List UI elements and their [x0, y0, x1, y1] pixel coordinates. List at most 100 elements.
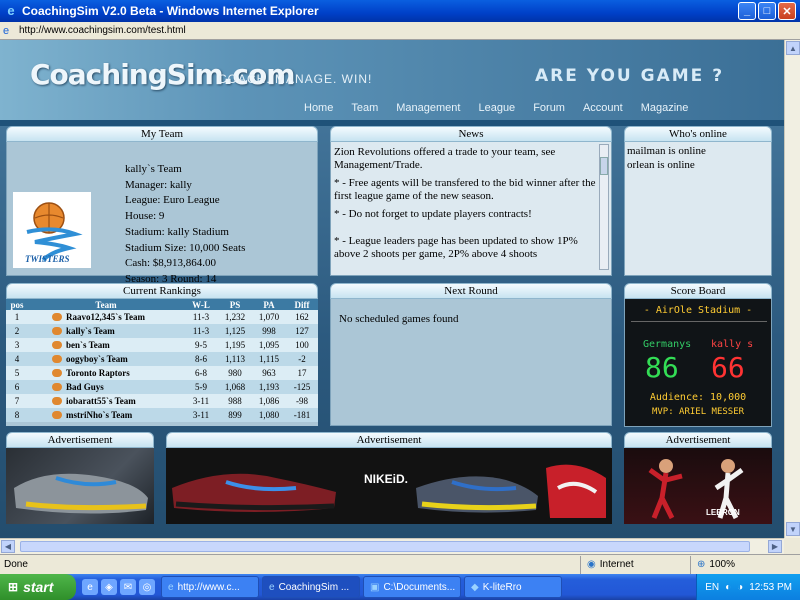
- ad-left-image[interactable]: [6, 448, 154, 524]
- quick-launch: e ◈ ✉ ◎: [76, 579, 161, 595]
- status-text: Done: [4, 559, 28, 570]
- horizontal-scroll-thumb[interactable]: [20, 541, 750, 552]
- team-link[interactable]: Toronto Raptors: [66, 368, 130, 378]
- maximize-button[interactable]: □: [758, 2, 776, 20]
- task-button[interactable]: e CoachingSim ...: [262, 576, 360, 598]
- ad-center-panel: Advertisement NIKEiD.: [166, 432, 612, 524]
- cell-ps: 988: [218, 394, 252, 408]
- zoom-control[interactable]: ⊕ 100%: [690, 555, 760, 574]
- cell-team[interactable]: Bad Guys: [28, 380, 184, 394]
- table-row[interactable]: 1 Raavo12,345`s Team 11-3 1,232 1,070 16…: [6, 310, 318, 324]
- team-link[interactable]: Bad Guys: [66, 382, 104, 392]
- table-row[interactable]: 4 oogyboy`s Team 8-6 1,113 1,115 -2: [6, 352, 318, 366]
- minimize-button[interactable]: _: [738, 2, 756, 20]
- cell-pos: 8: [6, 408, 28, 422]
- ad-right-image[interactable]: LEBRON: [624, 448, 772, 524]
- team-link[interactable]: iobaratt55`s Team: [66, 396, 136, 406]
- cell-pos: 7: [6, 394, 28, 408]
- ad-left-header: Advertisement: [6, 432, 154, 448]
- scroll-down-icon[interactable]: ▼: [786, 522, 800, 536]
- close-button[interactable]: ✕: [778, 2, 796, 20]
- language-indicator[interactable]: EN: [705, 582, 719, 593]
- zoom-level[interactable]: 100%: [709, 559, 735, 570]
- online-user[interactable]: mailman is online: [627, 144, 769, 158]
- status-bar: Done ◉ Internet ⊕ 100%: [0, 554, 800, 574]
- scroll-up-icon[interactable]: ▲: [786, 41, 800, 55]
- quick-launch-icon[interactable]: ◈: [101, 579, 117, 595]
- quick-launch-icon[interactable]: ◎: [139, 579, 155, 595]
- team-logo-text: TWISTERS: [25, 254, 70, 264]
- nav-magazine[interactable]: Magazine: [632, 102, 698, 114]
- news-item: [334, 226, 597, 230]
- table-header-row: pos Team W-L PS PA Diff: [6, 299, 318, 310]
- tray-icon[interactable]: ◐: [725, 582, 731, 593]
- horizontal-scrollbar[interactable]: ◀ ▶: [0, 538, 784, 554]
- team-manager: Manager: kally: [125, 178, 192, 191]
- site-tagline: COACH. MANAGE. WIN!: [218, 72, 373, 86]
- cell-team[interactable]: Raavo12,345`s Team: [28, 310, 184, 324]
- cell-diff: -125: [286, 380, 318, 394]
- cell-diff: -181: [286, 408, 318, 422]
- cell-team[interactable]: ben`s Team: [28, 338, 184, 352]
- cell-team[interactable]: Toronto Raptors: [28, 366, 184, 380]
- cell-diff: -2: [286, 352, 318, 366]
- team-stadium: Stadium: kally Stadium: [125, 225, 229, 238]
- table-row[interactable]: 3 ben`s Team 9-5 1,195 1,095 100: [6, 338, 318, 352]
- quick-launch-icon[interactable]: e: [82, 579, 98, 595]
- team-link[interactable]: kally`s Team: [66, 326, 115, 336]
- table-row[interactable]: 6 Bad Guys 5-9 1,068 1,193 -125: [6, 380, 318, 394]
- team-name[interactable]: kally`s Team: [125, 162, 245, 178]
- table-row[interactable]: 8 mstriNho`s Team 3-11 899 1,080 -181: [6, 408, 318, 422]
- cell-wl: 6-8: [184, 366, 218, 380]
- table-row[interactable]: 5 Toronto Raptors 6-8 980 963 17: [6, 366, 318, 380]
- vertical-scrollbar[interactable]: ▲ ▼: [784, 40, 800, 538]
- nav-home[interactable]: Home: [295, 102, 342, 114]
- team-logo[interactable]: TWISTERS: [13, 192, 91, 268]
- nav-team[interactable]: Team: [342, 102, 387, 114]
- address-bar[interactable]: e http://www.coachingsim.com/test.html: [0, 22, 800, 40]
- table-row[interactable]: 7 iobaratt55`s Team 3-11 988 1,086 -98: [6, 394, 318, 408]
- cell-diff: 100: [286, 338, 318, 352]
- app-icon: ◆: [471, 581, 479, 593]
- task-button[interactable]: ◆ K-liteRro: [464, 576, 562, 598]
- news-scrollbar[interactable]: [599, 144, 609, 270]
- col-pa: PA: [252, 299, 286, 310]
- table-row[interactable]: 2 kally`s Team 11-3 1,125 998 127: [6, 324, 318, 338]
- ad-left-panel: Advertisement: [6, 432, 154, 524]
- system-tray: EN ◐ ◑ 12:53 PM: [696, 574, 800, 600]
- cell-pa: 1,095: [252, 338, 286, 352]
- nav-management[interactable]: Management: [387, 102, 469, 114]
- cell-team[interactable]: kally`s Team: [28, 324, 184, 338]
- cell-team[interactable]: oogyboy`s Team: [28, 352, 184, 366]
- task-button[interactable]: ▣ C:\Documents...: [363, 576, 461, 598]
- ad-center-image[interactable]: NIKEiD.: [166, 448, 612, 524]
- team-link[interactable]: oogyboy`s Team: [66, 354, 128, 364]
- task-button[interactable]: e http://www.c...: [161, 576, 259, 598]
- tray-icon[interactable]: ◑: [737, 582, 743, 593]
- scoreboard-home-score: 86: [645, 351, 679, 384]
- team-link[interactable]: ben`s Team: [66, 340, 110, 350]
- ball-icon: [52, 369, 62, 377]
- scroll-right-icon[interactable]: ▶: [768, 540, 782, 553]
- folder-icon: ▣: [370, 581, 380, 593]
- nav-league[interactable]: League: [469, 102, 524, 114]
- cell-team[interactable]: mstriNho`s Team: [28, 408, 184, 422]
- cell-wl: 9-5: [184, 338, 218, 352]
- news-scroll-thumb[interactable]: [600, 157, 608, 175]
- team-link[interactable]: mstriNho`s Team: [66, 410, 132, 420]
- score-board-header: Score Board: [624, 283, 772, 299]
- quick-launch-icon[interactable]: ✉: [120, 579, 136, 595]
- scoreboard-away-score: 66: [711, 351, 745, 384]
- zone-label: Internet: [599, 559, 634, 570]
- nav-account[interactable]: Account: [574, 102, 632, 114]
- cell-pa: 963: [252, 366, 286, 380]
- team-link[interactable]: Raavo12,345`s Team: [66, 312, 145, 322]
- online-user[interactable]: orlean is online: [627, 158, 769, 172]
- clock[interactable]: 12:53 PM: [749, 582, 792, 593]
- address-url[interactable]: http://www.coachingsim.com/test.html: [19, 25, 186, 36]
- cell-team[interactable]: iobaratt55`s Team: [28, 394, 184, 408]
- start-button[interactable]: ⊞ start: [0, 574, 76, 600]
- scoreboard-mvp: MVP: ARIEL MESSER: [651, 407, 745, 417]
- nav-forum[interactable]: Forum: [524, 102, 574, 114]
- scroll-left-icon[interactable]: ◀: [1, 540, 15, 553]
